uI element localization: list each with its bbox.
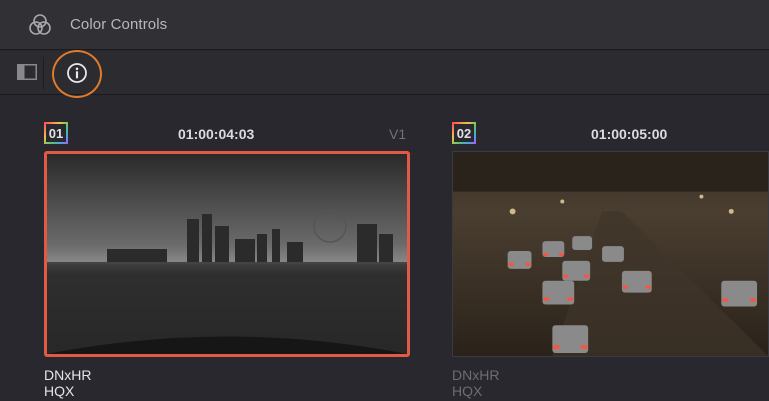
clip-codec: DNxHR HQX xyxy=(44,367,92,399)
panel-title: Color Controls xyxy=(70,16,168,33)
skyline-thumbnail-image xyxy=(47,154,407,354)
toolbar xyxy=(0,50,769,98)
sidebar-toggle-icon[interactable] xyxy=(17,64,37,80)
color-controls-panel: Color Controls 01 01:00:04:03 V1 DNxHR H… xyxy=(0,0,769,401)
clip-thumbnail[interactable] xyxy=(452,151,769,357)
clip-codec: DNxHR HQX xyxy=(452,367,500,399)
info-icon[interactable] xyxy=(66,62,88,84)
clip-timecode: 01:00:05:00 xyxy=(591,126,668,142)
toolbar-divider xyxy=(43,57,44,89)
clip-number-badge: 01 xyxy=(44,122,68,144)
clip-timecode: 01:00:04:03 xyxy=(178,126,255,142)
clip-number-badge: 02 xyxy=(452,122,476,144)
color-circles-icon xyxy=(29,14,51,35)
clip-thumbnail[interactable] xyxy=(44,151,410,357)
panel-header: Color Controls xyxy=(0,0,769,50)
clip-track: V1 xyxy=(389,126,407,142)
traffic-thumbnail-image xyxy=(453,152,768,356)
